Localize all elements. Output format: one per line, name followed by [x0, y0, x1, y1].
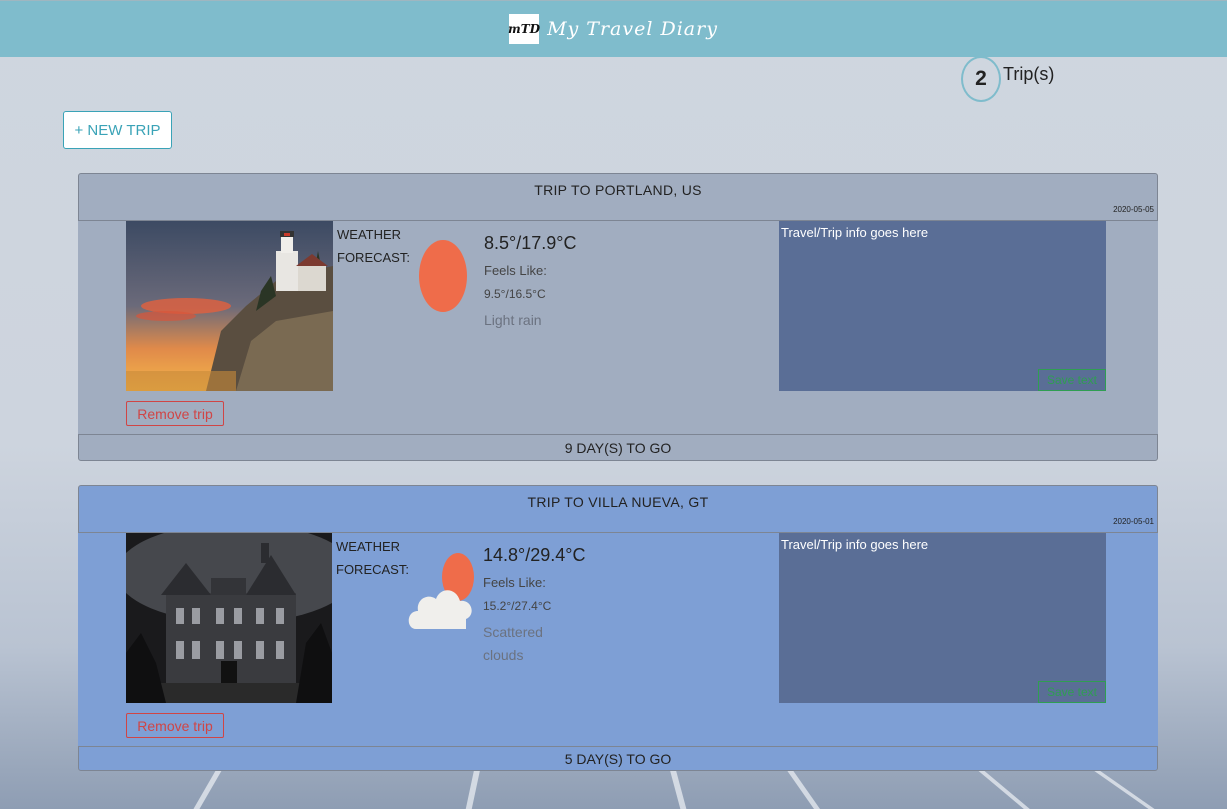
app-header: mTD My Travel Diary — [0, 0, 1227, 57]
trip-count-badge: 2 — [961, 56, 1001, 102]
weather-forecast-label: WEATHER FORECAST: — [336, 539, 409, 577]
weather-forecast-label: WEATHER FORECAST: — [337, 227, 410, 265]
trip-count-label: Trip(s) — [1003, 64, 1055, 84]
cloud-sun-icon — [408, 551, 478, 631]
trip-countdown: 5 DAY(S) TO GO — [78, 746, 1158, 771]
temperature: 8.5°/17.9°C — [484, 233, 577, 253]
trip-title: TRIP TO PORTLAND, US — [534, 182, 702, 198]
app-title: My Travel Diary — [547, 18, 718, 40]
save-text-button[interactable]: Save text — [1038, 681, 1106, 703]
trip-notes-text: Travel/Trip info goes here — [781, 225, 929, 240]
feels-like-value: 9.5°/16.5°C — [484, 287, 546, 301]
remove-trip-button[interactable]: Remove trip — [126, 713, 224, 738]
trip-header: TRIP TO PORTLAND, US 2020-05-05 — [78, 173, 1158, 221]
feels-like-label: Feels Like: — [483, 575, 546, 590]
sun-icon — [408, 239, 478, 319]
trip-date: 2020-05-01 — [1113, 517, 1154, 526]
trip-header: TRIP TO VILLA NUEVA, GT 2020-05-01 — [78, 485, 1158, 533]
destination-photo — [126, 221, 333, 391]
temperature: 14.8°/29.4°C — [483, 545, 586, 565]
trip-body: WEATHER FORECAST: 8.5°/17.9°C Feels Like… — [78, 221, 1158, 434]
weather-description: Scattered clouds — [483, 624, 543, 663]
weather-description: Light rain — [484, 312, 542, 328]
app-logo: mTD — [508, 14, 540, 44]
feels-like-value: 15.2°/27.4°C — [483, 599, 552, 613]
trip-card: TRIP TO VILLA NUEVA, GT 2020-05-01 WEATH… — [78, 485, 1158, 771]
feels-like-label: Feels Like: — [484, 263, 547, 278]
trip-body: WEATHER FORECAST: 14.8°/29.4°C Feels Lik… — [78, 533, 1158, 746]
new-trip-button[interactable]: + NEW TRIP — [63, 111, 172, 149]
trip-counter: 2 Trip(s) — [961, 56, 1054, 102]
trip-card: TRIP TO PORTLAND, US 2020-05-05 WEATHER … — [78, 173, 1158, 461]
trip-countdown: 9 DAY(S) TO GO — [78, 434, 1158, 461]
remove-trip-button[interactable]: Remove trip — [126, 401, 224, 426]
trip-title: TRIP TO VILLA NUEVA, GT — [527, 494, 709, 510]
trip-notes-text: Travel/Trip info goes here — [781, 537, 929, 552]
trip-notes-textarea[interactable]: Travel/Trip info goes here Save text — [779, 533, 1106, 703]
destination-photo — [126, 533, 332, 703]
trip-date: 2020-05-05 — [1113, 205, 1154, 214]
trip-notes-textarea[interactable]: Travel/Trip info goes here Save text — [779, 221, 1106, 391]
save-text-button[interactable]: Save text — [1038, 369, 1106, 391]
